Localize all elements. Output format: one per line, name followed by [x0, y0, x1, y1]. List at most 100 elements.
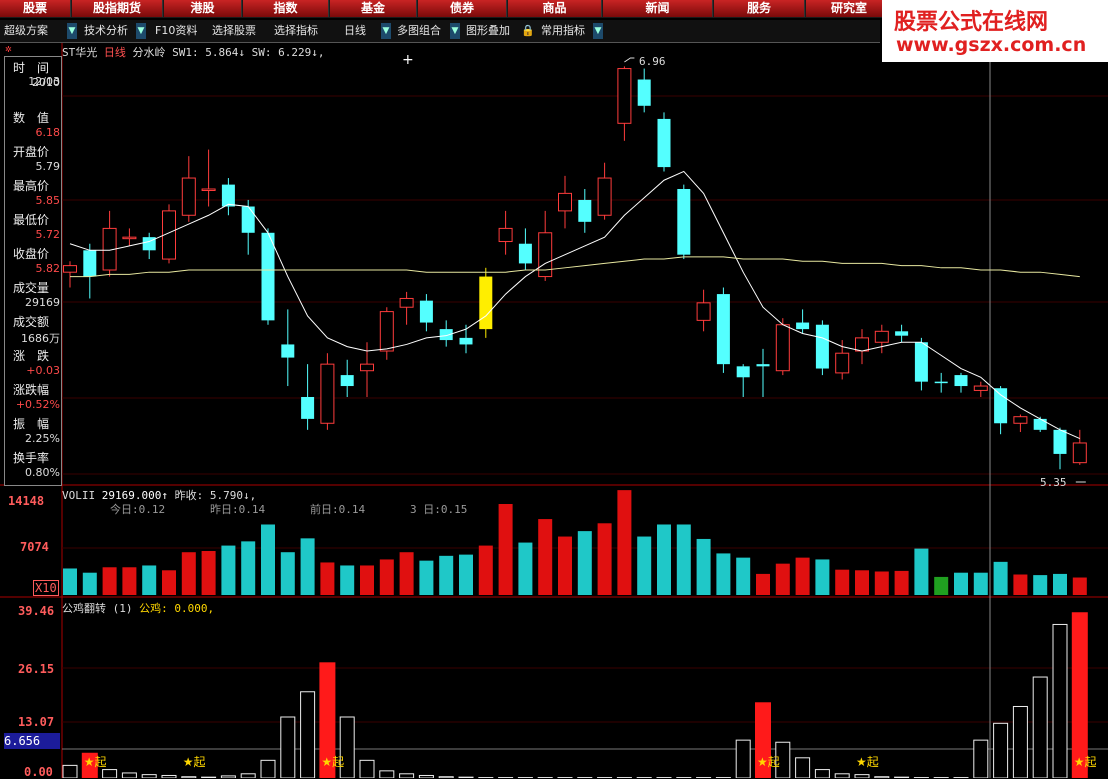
- indicator-bar: [103, 770, 117, 778]
- volume-bar: [241, 541, 255, 595]
- watermark-url: www.gszx.com.cn: [896, 34, 1086, 56]
- nav-item[interactable]: 新闻: [603, 0, 713, 17]
- ind-axis-3: 13.07: [18, 715, 54, 729]
- volume-bar: [835, 570, 849, 595]
- dropdown-arrow-icon[interactable]: ▼: [593, 23, 603, 39]
- indicator-bar: [380, 771, 394, 778]
- nav-item[interactable]: 股指期货: [72, 0, 163, 17]
- volume-bar: [499, 504, 513, 595]
- nav-item[interactable]: 指数: [243, 0, 329, 17]
- panel-value: 5.85: [36, 194, 61, 207]
- candle-body: [281, 344, 294, 357]
- ind-axis-2: 26.15: [18, 662, 54, 676]
- toolbar-item-select-indicator[interactable]: 选择指标: [274, 23, 318, 39]
- dropdown-arrow-icon[interactable]: ▼: [67, 23, 77, 39]
- candle-body: [519, 244, 532, 264]
- nav-item[interactable]: 商品: [508, 0, 602, 17]
- indicator-bar: [974, 740, 988, 778]
- vol-unit: X10: [33, 580, 59, 596]
- panel-value: 0.80%: [25, 466, 60, 479]
- panel-value: 5.72: [36, 228, 61, 241]
- dropdown-arrow-icon[interactable]: ▼: [136, 23, 146, 39]
- prev-close-label: 昨收:: [175, 489, 204, 502]
- panel-label: 开盘价: [13, 143, 49, 160]
- nav-item[interactable]: 股票: [0, 0, 71, 17]
- lock-icon[interactable]: 🔒: [521, 23, 535, 39]
- candle-body: [1034, 419, 1047, 430]
- chart-header: ST华光 日线 分水岭 SW1: 5.864↓ SW: 6.229↓,: [62, 44, 324, 60]
- dropdown-arrow-icon[interactable]: ▼: [381, 23, 391, 39]
- sw1-label: SW1:: [172, 46, 199, 59]
- candle-body: [816, 325, 829, 369]
- indicator-bars-layer: ★起★起★起★起★起★起: [63, 612, 1097, 778]
- toolbar-item-overlay[interactable]: 图形叠加: [466, 23, 510, 39]
- volume-bar: [83, 573, 97, 595]
- toolbar-item-common[interactable]: 常用指标: [541, 23, 585, 39]
- candle-body: [578, 200, 591, 222]
- indicator-bar: [360, 760, 374, 778]
- volume-bar: [895, 571, 909, 595]
- cursor-icon: +: [402, 52, 414, 68]
- toolbar-item-f10[interactable]: F10资料: [155, 23, 197, 39]
- indicator-bar: [241, 774, 255, 778]
- volume-bar: [221, 546, 235, 595]
- volume-bar: [479, 546, 493, 595]
- candle-body: [420, 301, 433, 323]
- candle-body: [321, 364, 334, 423]
- nav-item[interactable]: 研究室: [806, 0, 893, 17]
- candle-body: [856, 338, 869, 351]
- candle-body: [875, 331, 888, 342]
- panel-label: 收盘价: [13, 245, 49, 262]
- volume-bar: [142, 565, 156, 595]
- panel-label: 最低价: [13, 211, 49, 228]
- candle-body: [499, 228, 512, 241]
- candle-body: [638, 80, 651, 106]
- nav-item[interactable]: 港股: [164, 0, 242, 17]
- indicator-bar: [815, 770, 829, 778]
- close-panel-icon[interactable]: ✲: [5, 42, 12, 55]
- volume-bar: [301, 538, 315, 595]
- candles-layer: [64, 66, 1087, 469]
- ma-long-line: [70, 257, 1080, 277]
- candle-body: [123, 237, 136, 239]
- volume-bar: [400, 552, 414, 595]
- candle-body: [895, 331, 908, 335]
- toolbar-item-tech[interactable]: 技术分析: [84, 23, 128, 39]
- panel-label: 成交量: [13, 279, 49, 296]
- toolbar-item-period[interactable]: 日线: [344, 23, 366, 39]
- indicator-sub: 公鸡: 0.000,: [139, 602, 214, 615]
- toolbar-item-multi[interactable]: 多图组合: [397, 23, 441, 39]
- vol-today: 今日:0.12: [110, 501, 165, 517]
- volume-title: VOLII: [62, 489, 95, 502]
- candle-body: [262, 233, 275, 321]
- volume-bar: [419, 561, 433, 595]
- indicator-bar: [400, 774, 414, 778]
- period-label: 日线: [104, 46, 126, 59]
- volume-bar: [974, 573, 988, 595]
- candle-body: [301, 397, 314, 419]
- nav-item[interactable]: 服务: [714, 0, 805, 17]
- indicator-bar: [855, 775, 869, 778]
- volume-bar: [954, 573, 968, 595]
- scheme-menu[interactable]: 超级方案: [4, 23, 48, 39]
- volume-bar: [1033, 575, 1047, 595]
- volume-bar: [736, 558, 750, 595]
- dropdown-arrow-icon[interactable]: ▼: [450, 23, 460, 39]
- chart-canvas[interactable]: + ★起★起★起★起★起★起: [0, 0, 1108, 778]
- candle-body: [935, 382, 948, 384]
- nav-item[interactable]: 债券: [418, 0, 507, 17]
- candle-body: [757, 364, 770, 366]
- panel-label: 数 值: [13, 109, 49, 126]
- indicator-bar: [281, 717, 295, 778]
- volume-bar: [875, 571, 889, 595]
- indicator-bar: [63, 765, 77, 778]
- candle-body: [658, 119, 671, 167]
- volume-bar: [617, 490, 631, 595]
- candle-body: [222, 185, 235, 207]
- toolbar-item-select-stock[interactable]: 选择股票: [212, 23, 256, 39]
- volume-bar: [914, 549, 928, 595]
- nav-item[interactable]: 基金: [330, 0, 417, 17]
- candle-body: [400, 298, 413, 307]
- chart-grid: +: [0, 42, 1108, 778]
- panel-value: 6.18: [36, 126, 61, 139]
